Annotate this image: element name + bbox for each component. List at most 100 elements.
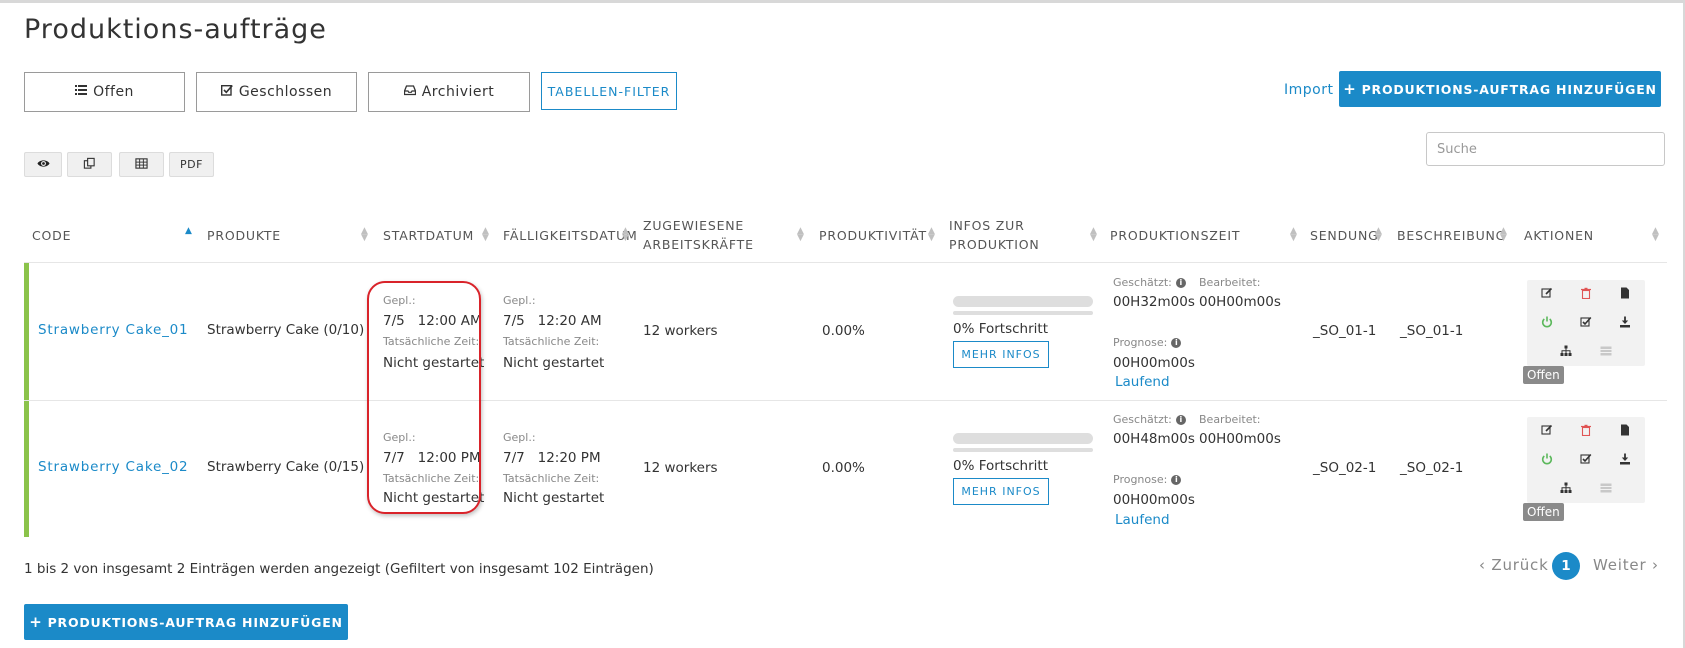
tab-offen[interactable]: Offen xyxy=(24,72,185,112)
productivity-cell: 0.00% xyxy=(822,323,865,339)
sort-icon[interactable]: ▲ ▼ xyxy=(1290,227,1297,243)
progress-bar-track xyxy=(953,448,1093,452)
download-icon[interactable] xyxy=(1618,315,1632,329)
progress-text: 0% Fortschritt xyxy=(953,321,1048,337)
sort-icon[interactable]: ▲ ▼ xyxy=(1375,227,1382,243)
processed-label: Bearbeitet: xyxy=(1199,413,1261,426)
column-header-produkte[interactable]: PRODUKTE xyxy=(207,212,281,258)
page-title: Produktions-aufträge xyxy=(24,14,327,45)
workers-cell: 12 workers xyxy=(643,460,718,476)
column-header-aktionen[interactable]: AKTIONEN xyxy=(1524,212,1594,258)
table-filter-button[interactable]: TABELLEN-FILTER xyxy=(541,72,677,110)
copy-button[interactable] xyxy=(67,152,112,177)
column-header-sendung[interactable]: SENDUNG xyxy=(1310,212,1379,258)
list-icon[interactable] xyxy=(1599,481,1613,495)
more-info-button[interactable]: MEHR INFOS xyxy=(953,478,1049,505)
sort-icon[interactable]: ▲ ▼ xyxy=(361,227,368,243)
sort-icon[interactable]: ▲ ▼ xyxy=(622,227,629,243)
estimated-label: Geschätzt: i xyxy=(1113,413,1186,426)
status-badge: Offen xyxy=(1523,366,1564,384)
table-info-text: 1 bis 2 von insgesamt 2 Einträgen werden… xyxy=(24,561,654,577)
due-date-planned: 7/5 12:20 AM xyxy=(503,313,602,329)
info-icon: i xyxy=(1175,278,1186,288)
sort-icon[interactable]: ▲ ▼ xyxy=(928,227,935,243)
edit-icon[interactable] xyxy=(1540,423,1554,437)
download-icon[interactable] xyxy=(1618,452,1632,466)
status-badge: Offen xyxy=(1523,503,1564,521)
export-table-button[interactable] xyxy=(119,152,164,177)
forecast-time: 00H00m00s xyxy=(1113,492,1195,508)
pagination-prev[interactable]: ‹ Zurück xyxy=(1479,556,1549,574)
sort-icon[interactable]: ▲ ▼ xyxy=(1090,227,1097,243)
column-header-zugewiesene-arbeitskraefte[interactable]: ZUGEWIESENE ARBEITSKRÄFTE xyxy=(643,212,754,258)
document-icon[interactable] xyxy=(1618,423,1632,437)
more-info-button[interactable]: MEHR INFOS xyxy=(953,341,1049,368)
sort-icon[interactable]: ▲ ▼ xyxy=(1500,227,1507,243)
add-production-order-label: PRODUKTIONS-AUFTRAG HINZUFÜGEN xyxy=(47,614,343,630)
power-icon[interactable] xyxy=(1540,315,1554,329)
estimated-label: Geschätzt: i xyxy=(1113,276,1186,289)
column-header-code[interactable]: CODE xyxy=(32,212,71,258)
planned-label: Gepl.: xyxy=(503,294,536,307)
processed-label: Bearbeitet: xyxy=(1199,276,1261,289)
tab-geschlossen[interactable]: Geschlossen xyxy=(196,72,357,112)
shipment-cell: _SO_02-1 xyxy=(1313,460,1377,476)
pagination-next[interactable]: Weiter › xyxy=(1593,556,1659,574)
run-status-link[interactable]: Laufend xyxy=(1115,374,1170,390)
planned-label: Gepl.: xyxy=(503,431,536,444)
search-input[interactable] xyxy=(1426,132,1665,166)
check-square-icon[interactable] xyxy=(1579,315,1593,329)
delete-icon[interactable] xyxy=(1579,286,1593,300)
description-cell: _SO_01-1 xyxy=(1400,323,1464,339)
tab-archiviert-label: Archiviert xyxy=(421,84,495,100)
due-actual: Nicht gestartet xyxy=(503,490,605,506)
list-icon[interactable] xyxy=(1599,344,1613,358)
pdf-button[interactable]: PDF xyxy=(169,152,214,177)
column-header-infos-zur-produktion[interactable]: INFOS ZUR PRODUKTION xyxy=(949,212,1040,258)
productivity-cell: 0.00% xyxy=(822,460,865,476)
workers-cell: 12 workers xyxy=(643,323,718,339)
add-production-order-label: PRODUKTIONS-AUFTRAG HINZUFÜGEN xyxy=(1361,81,1657,97)
sort-icon[interactable]: ▲ ▼ xyxy=(482,227,489,243)
check-square-icon xyxy=(220,84,233,100)
tab-geschlossen-label: Geschlossen xyxy=(238,84,333,100)
document-icon[interactable] xyxy=(1618,286,1632,300)
sort-icon[interactable]: ▲ ▼ xyxy=(1652,227,1659,243)
chevron-left-icon: ‹ xyxy=(1479,556,1486,574)
actual-time-label: Tatsächliche Zeit: xyxy=(503,472,600,485)
add-production-order-button-bottom[interactable]: + PRODUKTIONS-AUFTRAG HINZUFÜGEN xyxy=(24,604,348,640)
delete-icon[interactable] xyxy=(1579,423,1593,437)
column-header-produktionszeit[interactable]: PRODUKTIONSZEIT xyxy=(1110,212,1240,258)
edit-icon[interactable] xyxy=(1540,286,1554,300)
order-code-link[interactable]: Strawberry Cake_02 xyxy=(38,459,188,475)
import-link[interactable]: Import xyxy=(1284,82,1333,98)
eye-icon xyxy=(36,157,50,173)
power-icon[interactable] xyxy=(1540,452,1554,466)
tab-archiviert[interactable]: Archiviert xyxy=(368,72,530,112)
actual-time-label: Tatsächliche Zeit: xyxy=(503,335,600,348)
order-code-link[interactable]: Strawberry Cake_01 xyxy=(38,322,188,338)
forecast-time: 00H00m00s xyxy=(1113,355,1195,371)
column-header-faelligkeitsdatum[interactable]: FÄLLIGKEITSDATUM xyxy=(503,212,638,258)
column-header-beschreibung[interactable]: BESCHREIBUNG xyxy=(1397,212,1506,258)
actions-panel xyxy=(1527,417,1645,503)
highlight-annotation xyxy=(367,281,481,514)
hierarchy-icon[interactable] xyxy=(1559,481,1573,495)
progress-bar xyxy=(953,296,1093,307)
add-production-order-button-top[interactable]: + PRODUKTIONS-AUFTRAG HINZUFÜGEN xyxy=(1339,71,1661,107)
progress-text: 0% Fortschritt xyxy=(953,458,1048,474)
description-cell: _SO_02-1 xyxy=(1400,460,1464,476)
column-visibility-button[interactable] xyxy=(24,152,62,177)
column-header-produktivitaet[interactable]: PRODUKTIVITÄT xyxy=(819,212,927,258)
sort-asc-icon[interactable]: ▲▼ xyxy=(185,227,192,242)
pagination-page-1[interactable]: 1 xyxy=(1552,552,1580,580)
product-cell: Strawberry Cake (0/15) xyxy=(207,459,365,475)
check-square-icon[interactable] xyxy=(1579,452,1593,466)
progress-bar-track xyxy=(953,311,1093,315)
copy-icon xyxy=(83,157,96,173)
run-status-link[interactable]: Laufend xyxy=(1115,512,1170,528)
column-header-startdatum[interactable]: STARTDATUM xyxy=(383,212,474,258)
progress-bar xyxy=(953,433,1093,444)
hierarchy-icon[interactable] xyxy=(1559,344,1573,358)
sort-icon[interactable]: ▲ ▼ xyxy=(797,227,804,243)
